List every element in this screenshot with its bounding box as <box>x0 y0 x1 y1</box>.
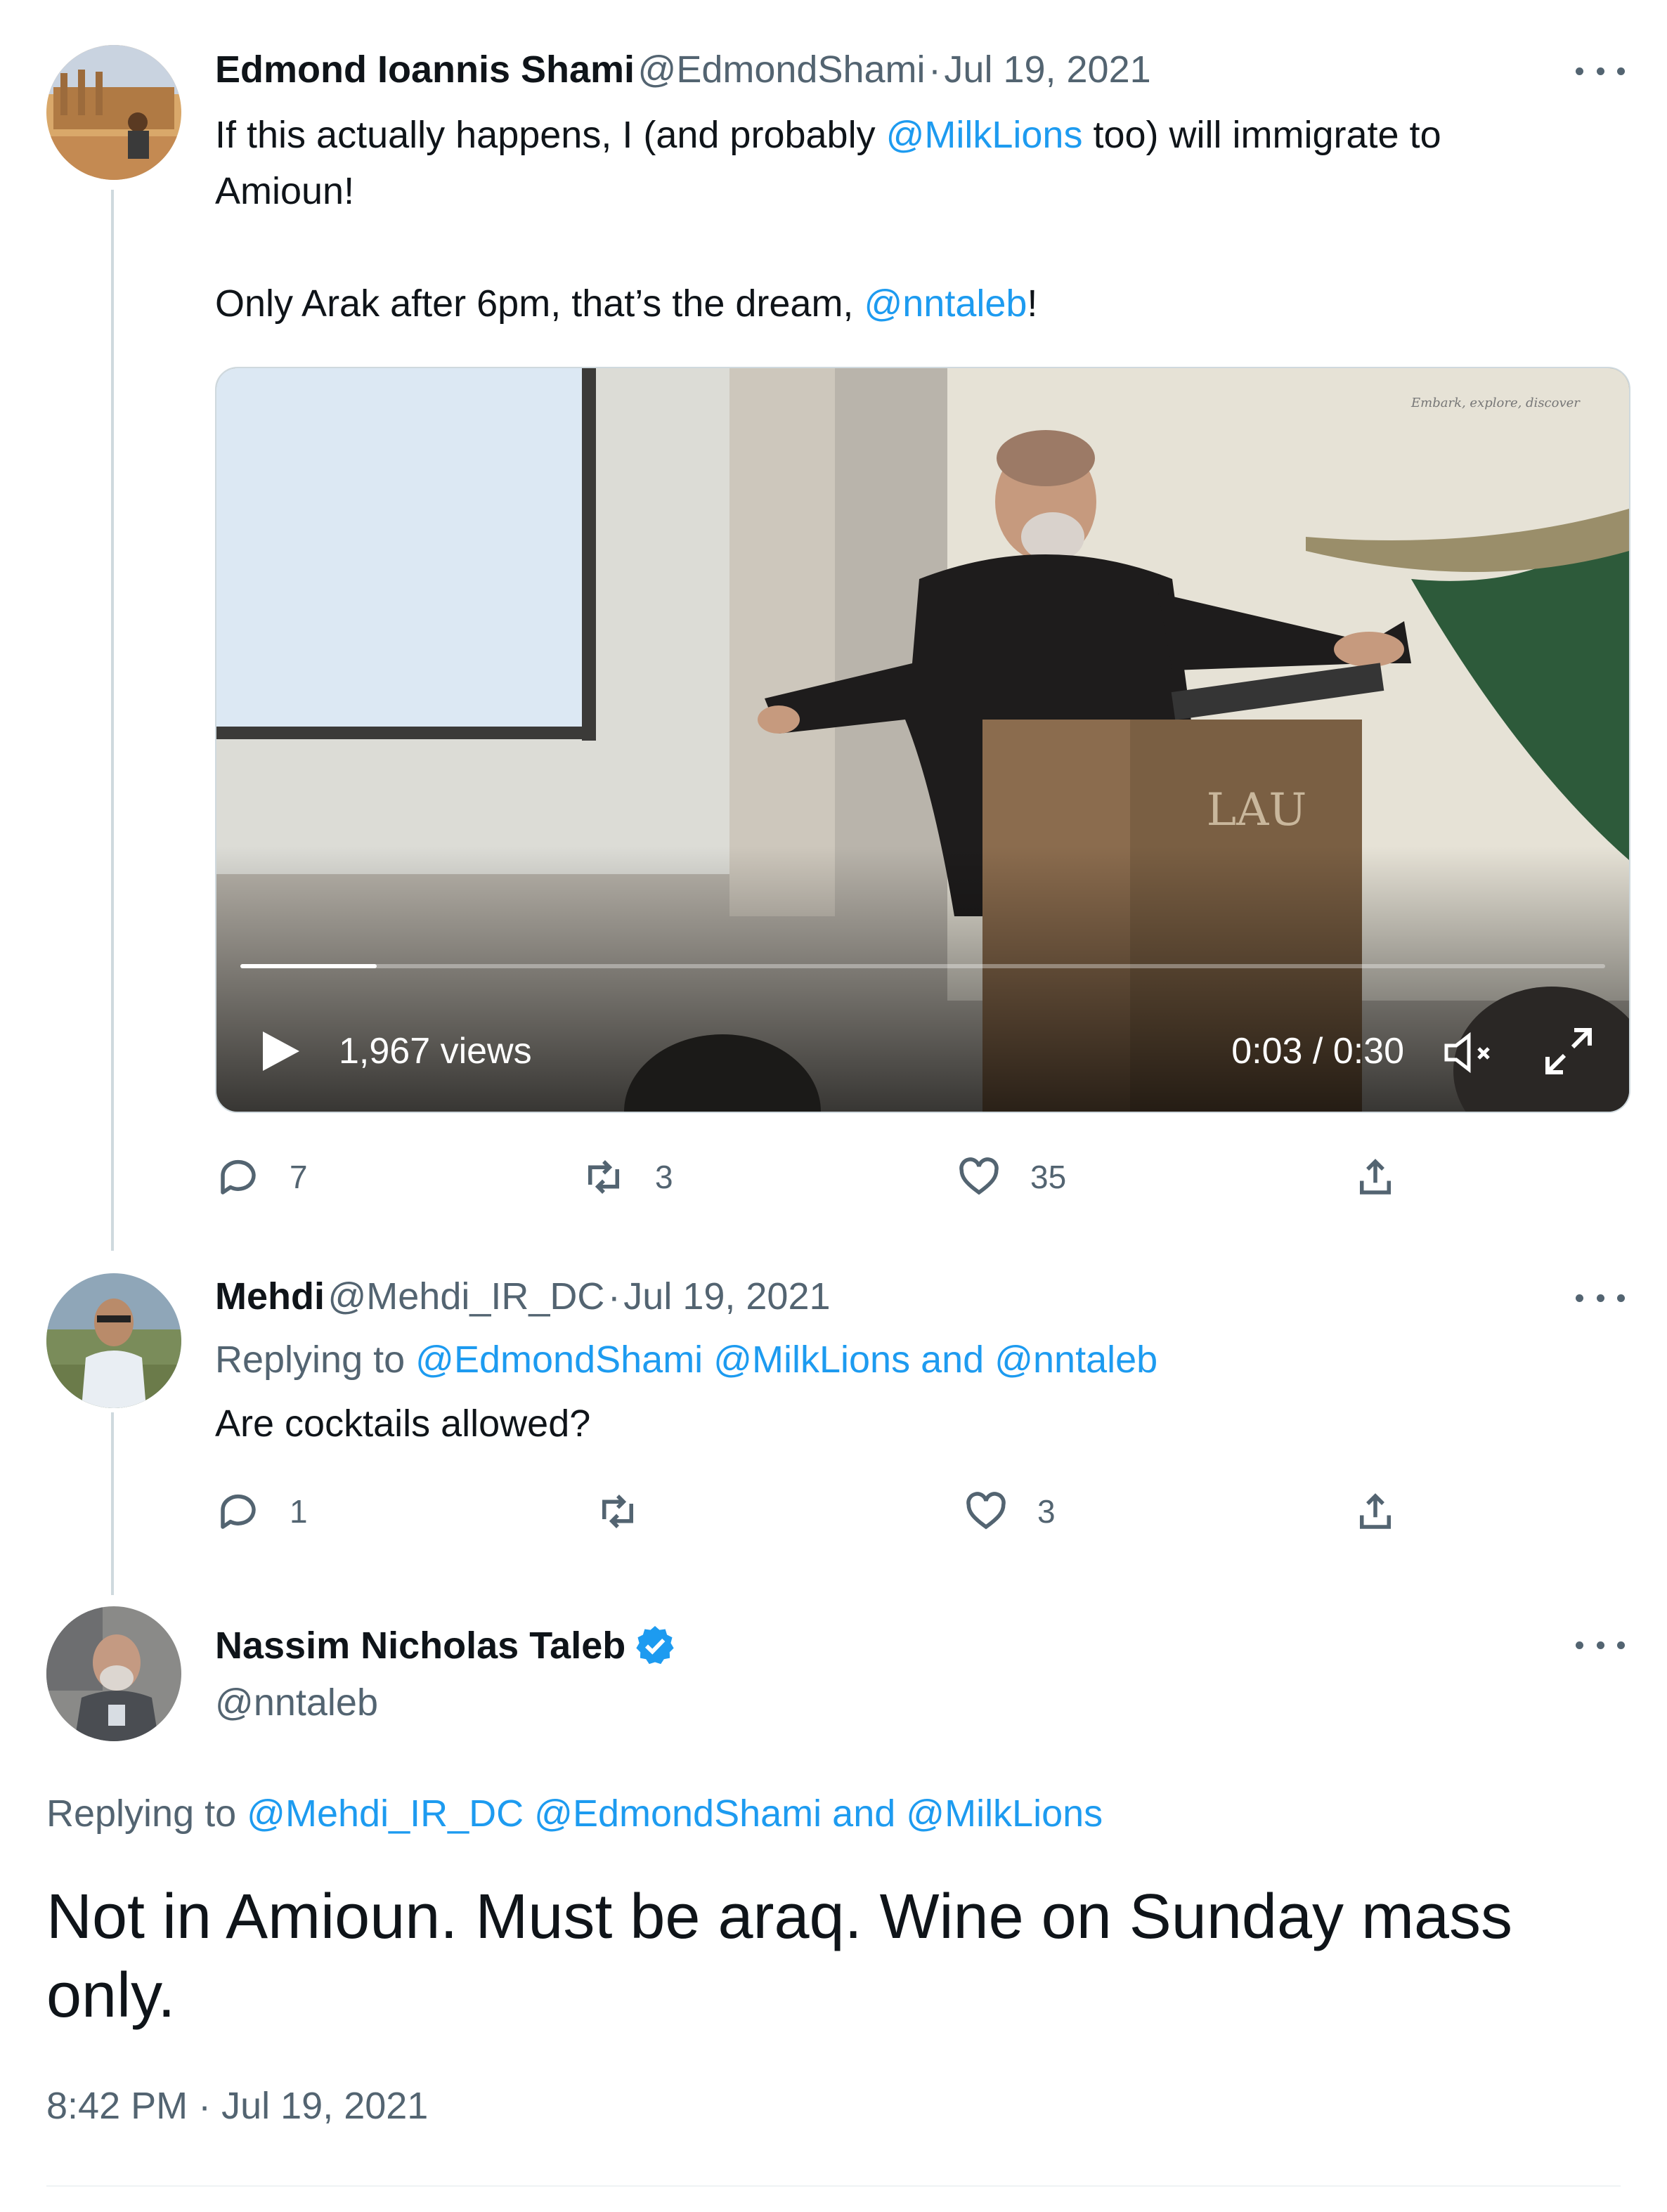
separator-dot: · <box>928 48 941 91</box>
text-line: Amioun! <box>215 170 355 212</box>
mention-edmondshami[interactable]: @EdmondShami <box>415 1339 703 1381</box>
share-button[interactable] <box>1352 1488 1399 1535</box>
tweet1-text: If this actually happens, I (and probabl… <box>215 107 1621 332</box>
video-frame: Embark, explore, discover LAU <box>216 368 1629 1112</box>
tweet-date[interactable]: Jul 19, 2021 <box>944 48 1150 91</box>
share-button[interactable] <box>1352 1154 1399 1200</box>
text-segment: too) will immigrate to <box>1082 114 1441 156</box>
tweet-date[interactable]: Jul 19, 2021 <box>623 1275 830 1318</box>
share-icon <box>1360 1493 1391 1529</box>
tweet1-header: Edmond Ioannis Shami @EdmondShami · Jul … <box>215 48 1151 91</box>
video-progress-track[interactable] <box>240 964 1605 968</box>
tweet2-header: Mehdi @Mehdi_IR_DC · Jul 19, 2021 <box>215 1275 831 1318</box>
tweet-timestamp[interactable]: 8:42 PM · Jul 19, 2021 <box>46 2084 428 2128</box>
retweet-count: 3 <box>655 1159 673 1195</box>
text-segment: Only Arak after 6pm, that’s the dream, <box>215 282 864 325</box>
retweet-icon <box>588 1160 619 1194</box>
thread-line <box>111 1412 114 1595</box>
like-count: 3 <box>1037 1493 1056 1530</box>
video-progress-fill <box>240 964 377 968</box>
fullscreen-icon[interactable] <box>1543 1026 1594 1076</box>
tweet2-text: Are cocktails allowed? <box>215 1403 591 1445</box>
text-segment: If this actually happens, I (and probabl… <box>215 114 886 156</box>
author-name[interactable]: Nassim Nicholas Taleb <box>215 1624 625 1667</box>
replying-to: Replying to @EdmondShami @MilkLions and … <box>215 1338 1157 1381</box>
mention-mehdi[interactable]: @Mehdi_IR_DC <box>247 1793 524 1835</box>
replying-label: Replying to <box>215 1339 416 1381</box>
divider <box>46 2185 1621 2187</box>
replying-label: Replying to <box>46 1793 247 1835</box>
separator-dot: · <box>607 1275 621 1318</box>
tweet3-name-row: Nassim Nicholas Taleb <box>215 1623 677 1668</box>
mention-milklions[interactable]: @MilkLions <box>886 114 1083 156</box>
play-icon[interactable] <box>259 1030 301 1072</box>
more-icon[interactable] <box>1576 67 1625 82</box>
reply-count: 1 <box>290 1493 308 1530</box>
reply-button[interactable]: 7 <box>215 1154 308 1200</box>
more-icon[interactable] <box>1576 1294 1625 1308</box>
replying-and[interactable]: and <box>910 1339 994 1381</box>
reply-icon <box>221 1159 256 1195</box>
like-button[interactable]: 3 <box>963 1488 1056 1535</box>
retweet-button[interactable] <box>595 1488 669 1535</box>
author-handle[interactable]: @nntaleb <box>215 1681 378 1724</box>
reply-count: 7 <box>290 1159 308 1195</box>
mention-milklions[interactable]: @MilkLions <box>906 1793 1103 1835</box>
text-line: only. <box>46 1960 176 2031</box>
replying-to: Replying to @Mehdi_IR_DC @EdmondShami an… <box>46 1792 1103 1835</box>
author-handle[interactable]: @EdmondShami <box>638 48 926 91</box>
avatar-edmond[interactable] <box>46 45 181 180</box>
author-name[interactable]: Edmond Ioannis Shami <box>215 48 635 91</box>
reply-icon <box>221 1494 256 1529</box>
podium-text: LAU <box>1207 784 1307 836</box>
view-count: 1,967 views <box>339 1031 532 1072</box>
video-time: 0:03 / 0:30 <box>1231 1031 1404 1072</box>
mention-milklions[interactable]: @MilkLions <box>713 1339 910 1381</box>
avatar-nntaleb[interactable] <box>46 1606 181 1741</box>
share-icon <box>1360 1159 1391 1195</box>
reply-button[interactable]: 1 <box>215 1488 308 1535</box>
retweet-icon <box>602 1495 633 1528</box>
avatar-mehdi[interactable] <box>46 1273 181 1408</box>
text-segment: ! <box>1027 282 1038 325</box>
text-line: Not in Amioun. Must be araq. Wine on Sun… <box>46 1882 1513 1952</box>
mention-edmondshami[interactable]: @EdmondShami <box>534 1793 822 1835</box>
like-icon <box>959 1157 999 1195</box>
more-icon[interactable] <box>1576 1641 1625 1655</box>
mention-nntaleb[interactable]: @nntaleb <box>864 282 1027 325</box>
mute-icon[interactable] <box>1442 1032 1498 1074</box>
like-count: 35 <box>1030 1159 1067 1195</box>
video-player[interactable]: Embark, explore, discover LAU 1,967 view… <box>215 367 1630 1113</box>
banner-text: Embark, explore, discover <box>1410 396 1581 410</box>
thread-line <box>111 190 114 1251</box>
replying-and[interactable]: and <box>822 1793 906 1835</box>
tweet3-text: Not in Amioun. Must be araq. Wine on Sun… <box>46 1878 1628 2035</box>
like-button[interactable]: 35 <box>956 1154 1066 1200</box>
verified-badge-icon <box>636 1626 674 1665</box>
author-name[interactable]: Mehdi <box>215 1275 325 1318</box>
like-icon <box>966 1492 1006 1530</box>
mention-nntaleb[interactable]: @nntaleb <box>994 1339 1157 1381</box>
retweet-button[interactable]: 3 <box>580 1154 673 1200</box>
author-handle[interactable]: @Mehdi_IR_DC <box>327 1275 604 1318</box>
